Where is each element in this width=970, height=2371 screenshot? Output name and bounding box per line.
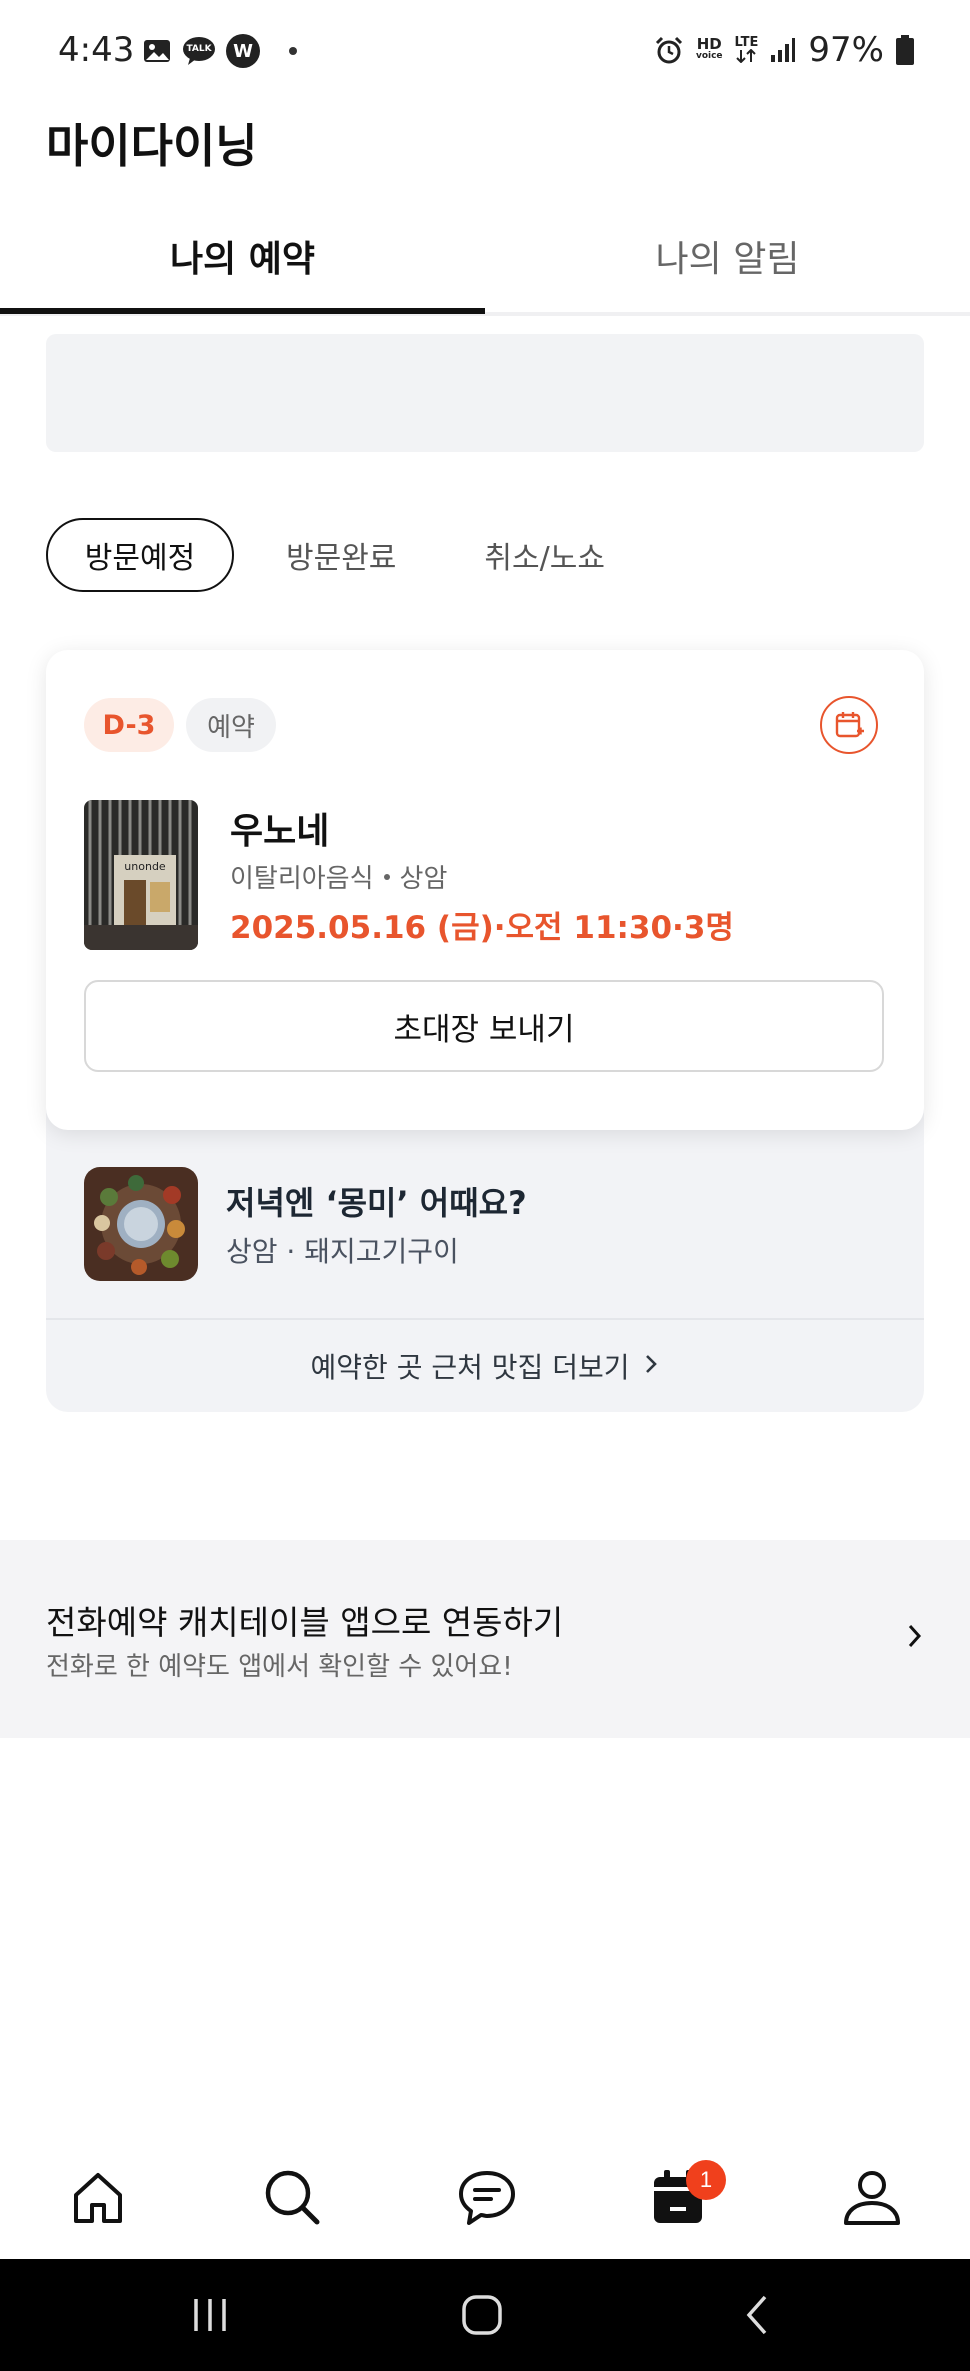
- recent-apps-button[interactable]: [180, 2259, 240, 2371]
- separator-dot: [383, 873, 390, 880]
- restaurant-category: 이탈리아음식: [230, 864, 374, 894]
- status-time: 4:43: [58, 30, 135, 70]
- nav-search[interactable]: [260, 2165, 324, 2229]
- phone-reservation-link[interactable]: 전화예약 캐치테이블 앱으로 연동하기 전화로 한 예약도 앱에서 확인할 수 …: [0, 1540, 970, 1738]
- status-system-icons: HD voice LTE 97%: [654, 30, 914, 70]
- recommendation-box: 저녁엔 ‘몽미’ 어때요? 상암 · 돼지고기구이 예약한 곳 근처 맛집 더보…: [46, 1090, 924, 1412]
- tab-my-notifications[interactable]: 나의 알림: [485, 200, 970, 312]
- lte-label: LTE: [734, 35, 759, 50]
- filter-canceled-noshow[interactable]: 취소/노쇼: [484, 518, 605, 592]
- back-button[interactable]: [726, 2259, 786, 2371]
- signal-icon: [770, 37, 796, 63]
- back-icon: [746, 2295, 767, 2335]
- voice-label: voice: [695, 51, 723, 61]
- send-invitation-button[interactable]: 초대장 보내기: [84, 980, 884, 1072]
- reservation-type-badge: 예약: [186, 698, 276, 752]
- phone-link-subtitle: 전화로 한 예약도 앱에서 확인할 수 있어요!: [46, 1652, 513, 1682]
- alarm-icon: [654, 35, 684, 65]
- profile-icon: [844, 2171, 900, 2225]
- nearby-more-link[interactable]: 예약한 곳 근처 맛집 더보기: [46, 1320, 924, 1412]
- nearby-more-label: 예약한 곳 근처 맛집 더보기: [310, 1351, 630, 1384]
- home-button[interactable]: [452, 2259, 512, 2371]
- nav-chat[interactable]: [455, 2165, 519, 2229]
- banner-placeholder[interactable]: [46, 334, 924, 452]
- reservation-datetime: 2025.05.16 (금)·오전 11:30·3명: [230, 910, 734, 946]
- recent-apps-icon: [194, 2299, 226, 2331]
- dot-icon: [288, 46, 298, 56]
- w-app-label: W: [233, 40, 253, 62]
- hd-voice-icon: HD voice: [695, 35, 723, 62]
- recommendation-thumbnail[interactable]: [84, 1167, 198, 1281]
- page-title: 마이다이닝: [46, 119, 258, 173]
- lte-icon: LTE: [734, 35, 759, 63]
- hd-label: HD: [696, 35, 722, 53]
- phone-link-title: 전화예약 캐치테이블 앱으로 연동하기: [46, 1603, 564, 1642]
- tab-active-indicator: [0, 308, 485, 314]
- chevron-right-icon: [906, 1622, 924, 1654]
- notification-badge: 1: [686, 2160, 726, 2200]
- kakaotalk-label: TALK: [186, 44, 212, 54]
- add-to-calendar-button[interactable]: [820, 696, 878, 754]
- recommendation-title[interactable]: 저녁엔 ‘몽미’ 어때요?: [226, 1178, 527, 1224]
- recommendation-subtitle: 상암 · 돼지고기구이: [226, 1235, 459, 1268]
- battery-percent: 97%: [808, 30, 884, 70]
- filter-upcoming[interactable]: 방문예정: [46, 518, 234, 592]
- home-circle-icon: [462, 2295, 502, 2335]
- dday-badge: D-3: [84, 698, 174, 752]
- status-bar: 4:43 TALK W HD voice LTE 97%: [0, 0, 970, 100]
- tab-my-reservations[interactable]: 나의 예약: [0, 200, 485, 312]
- chevron-right-icon: [643, 1350, 659, 1383]
- filter-visited[interactable]: 방문완료: [286, 518, 396, 592]
- tab-bar: 나의 예약 나의 알림: [0, 200, 970, 316]
- reservation-card[interactable]: D-3 예약 unonde 우노네 이탈리아음식 상암 2025.05.16 (…: [46, 650, 924, 1130]
- chat-icon: [459, 2171, 515, 2225]
- home-icon: [74, 2173, 122, 2223]
- gallery-icon: [142, 36, 172, 66]
- restaurant-thumbnail[interactable]: unonde: [84, 800, 198, 950]
- nav-home[interactable]: [66, 2165, 130, 2229]
- nav-profile[interactable]: [840, 2165, 904, 2229]
- restaurant-meta: 이탈리아음식 상암: [230, 858, 447, 895]
- w-app-icon: W: [226, 34, 260, 68]
- thumbnail-sign-text: unonde: [124, 860, 166, 873]
- filter-chips: 방문예정 방문완료 취소/노쇼: [46, 518, 605, 592]
- restaurant-name[interactable]: 우노네: [230, 802, 329, 854]
- system-nav-bar: [0, 2259, 970, 2371]
- restaurant-area: 상암: [399, 864, 448, 894]
- status-notification-icons: TALK W: [142, 34, 298, 68]
- search-icon: [265, 2170, 320, 2225]
- kakaotalk-icon: TALK: [182, 36, 216, 66]
- calendar-add-icon: [835, 712, 864, 738]
- battery-icon: [896, 35, 914, 65]
